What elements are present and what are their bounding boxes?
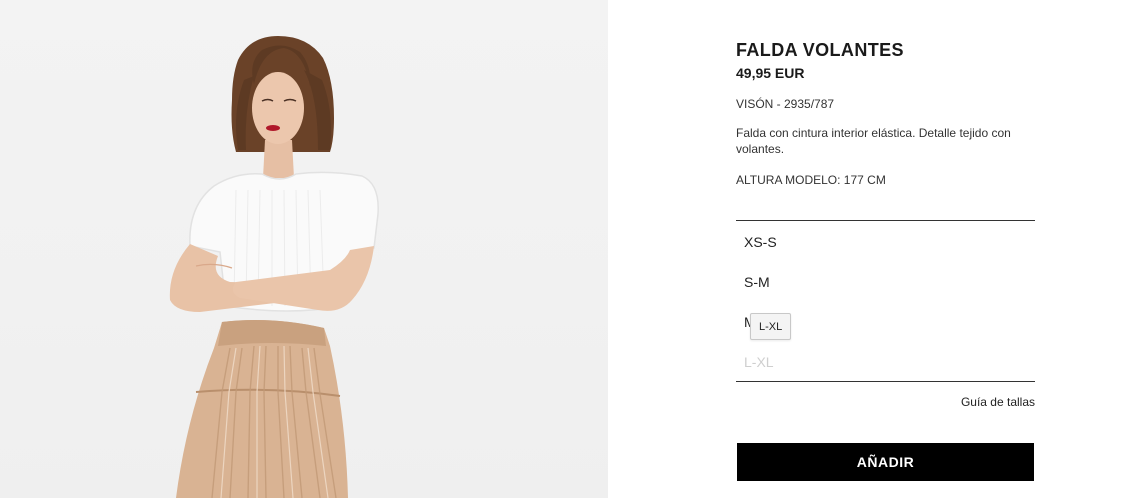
size-selector: XS-S S-M M L-XL L-XL <box>736 220 1035 382</box>
add-to-cart-button[interactable]: AÑADIR <box>737 443 1034 481</box>
model-illustration <box>169 36 379 498</box>
size-guide-link[interactable]: Guía de tallas <box>961 395 1035 409</box>
product-title: FALDA VOLANTES <box>736 40 904 60</box>
product-price: 49,95 EUR <box>736 65 805 81</box>
size-option-s-m[interactable]: S-M <box>744 274 770 290</box>
model-height: ALTURA MODELO: 177 CM <box>736 173 886 187</box>
product-photo <box>0 0 608 498</box>
size-option-xs-s[interactable]: XS-S <box>744 234 777 250</box>
product-color-ref: VISÓN - 2935/787 <box>736 97 835 111</box>
size-option-l-xl-unavailable[interactable]: L-XL <box>744 354 774 370</box>
product-description: Falda con cintura interior elástica. Det… <box>736 126 1011 156</box>
size-tooltip: L-XL <box>750 313 792 340</box>
